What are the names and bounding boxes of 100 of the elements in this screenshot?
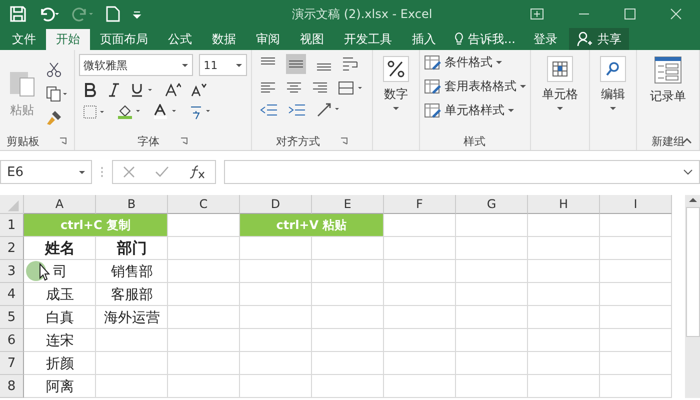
form-button[interactable]: 记录单 [640,54,695,107]
align-middle-icon[interactable] [286,54,306,74]
column-header[interactable]: F [384,195,456,214]
cell-text: 姓名 [45,239,75,258]
ribbon-tab[interactable]: 审阅 [246,28,290,50]
group-label: 新建组 [651,134,684,148]
maximize-icon[interactable] [624,8,636,20]
scroll-up-icon[interactable] [686,195,698,205]
column-header[interactable]: G [456,195,528,214]
cell-text: 连宋 [46,332,74,350]
percent-icon [382,56,409,82]
name-box[interactable]: E6 [0,160,92,184]
cells-button[interactable]: 单元格 [534,54,586,112]
scrollbar-thumb[interactable] [686,207,700,337]
decrease-font-icon[interactable] [190,83,207,97]
group-label: 字体 [138,134,160,148]
close-icon[interactable] [670,8,682,20]
italic-icon[interactable] [106,83,121,97]
undo-icon[interactable] [38,6,60,22]
table-format-icon [424,78,442,94]
row-header[interactable]: 1 [0,214,24,237]
row-header[interactable]: 3 [0,260,24,283]
ribbon-tab[interactable]: 数据 [202,28,246,50]
column-header[interactable]: A [24,195,96,214]
cell-text: 客服部 [111,286,153,304]
column-header[interactable]: D [240,195,312,214]
editing-button[interactable]: 编辑 [594,54,632,112]
column-header[interactable]: I [600,195,672,214]
sign-in-link[interactable]: 登录 [523,28,568,50]
ribbon-tab[interactable]: 公式 [158,28,202,50]
wrap-text-icon[interactable] [342,56,358,72]
styles-menu-button[interactable]: 条件格式 [424,54,526,71]
align-right-icon[interactable] [312,81,328,95]
merged-cell: ctrl+C 复制 [24,214,167,236]
underline-icon[interactable] [130,83,155,97]
scissors-icon[interactable] [46,62,62,78]
row-header[interactable]: 5 [0,306,24,329]
font-name-dropdown[interactable]: 微软雅黑 [78,54,193,76]
styles-menu-button[interactable]: 单元格样式 [424,102,526,119]
bold-icon[interactable] [82,83,97,97]
tell-me-search[interactable]: 告诉我... [446,28,524,50]
phonetic-guide-icon[interactable] [188,104,213,120]
ribbon-tab[interactable]: 页面布局 [90,28,158,50]
grid-icon [546,56,573,82]
column-header[interactable]: C [168,195,240,214]
formula-input[interactable] [224,160,700,184]
group-label: 剪贴板 [6,134,40,148]
ribbon-tab[interactable]: 插入 [402,28,446,50]
styles-menu-button[interactable]: 套用表格格式 [424,78,526,95]
drag-handle-icon[interactable] [100,166,104,178]
increase-indent-icon[interactable] [288,103,306,117]
fill-color-icon[interactable] [116,104,143,120]
insert-function-icon[interactable] [189,165,205,179]
form-icon [654,56,682,84]
cell-text: 成玉 [46,286,74,304]
font-size-dropdown[interactable]: 11 [198,54,247,76]
column-header[interactable]: B [96,195,168,214]
format-painter-icon[interactable] [46,110,62,126]
window-title: 演示文稿 (2).xlsx - Excel [291,6,434,22]
font-color-icon[interactable] [152,104,179,120]
dialog-launcher-icon[interactable] [180,137,188,145]
mouse-cursor-icon [26,261,50,283]
decrease-indent-icon[interactable] [260,103,278,117]
row-header[interactable]: 4 [0,283,24,306]
merged-cell: ctrl+V 粘贴 [240,214,383,236]
align-center-icon[interactable] [286,81,302,95]
ribbon-tab[interactable]: 文件 [2,28,46,50]
ribbon-tab[interactable]: 开发工具 [334,28,402,50]
expand-icon[interactable] [683,169,693,175]
orientation-icon[interactable] [316,102,342,118]
new-document-icon[interactable] [106,6,120,22]
column-header[interactable]: H [528,195,600,214]
share-button[interactable]: 共享 [569,28,630,50]
column-header[interactable]: E [312,195,384,214]
dialog-launcher-icon[interactable] [59,137,68,145]
cell-text: 白真 [46,308,74,326]
cell-text: 销售部 [111,262,153,280]
cell-text: 海外运营 [104,308,160,326]
cell-text: 部门 [117,239,147,258]
merge-center-icon[interactable] [338,81,364,95]
row-header[interactable]: 8 [0,375,24,398]
ribbon-tab[interactable]: 开始 [46,29,90,50]
number-format-button[interactable]: 数字 [377,54,415,112]
row-header[interactable]: 2 [0,237,24,260]
person-add-icon [577,31,594,47]
dialog-launcher-icon[interactable] [340,137,348,145]
align-left-icon[interactable] [260,81,276,95]
checkmark-icon[interactable] [155,166,169,178]
group-label: 样式 [464,134,486,148]
copy-icon[interactable] [46,86,68,102]
table-format-icon [424,54,442,70]
borders-icon[interactable] [82,105,107,119]
row-header[interactable]: 7 [0,352,24,375]
ribbon-display-icon[interactable] [530,8,544,20]
ribbon-tab[interactable]: 视图 [290,28,334,50]
search-icon [600,56,626,82]
save-icon[interactable] [10,6,26,22]
increase-font-icon[interactable] [164,83,181,97]
cell-text: 折颜 [46,354,74,372]
row-header[interactable]: 6 [0,329,24,352]
